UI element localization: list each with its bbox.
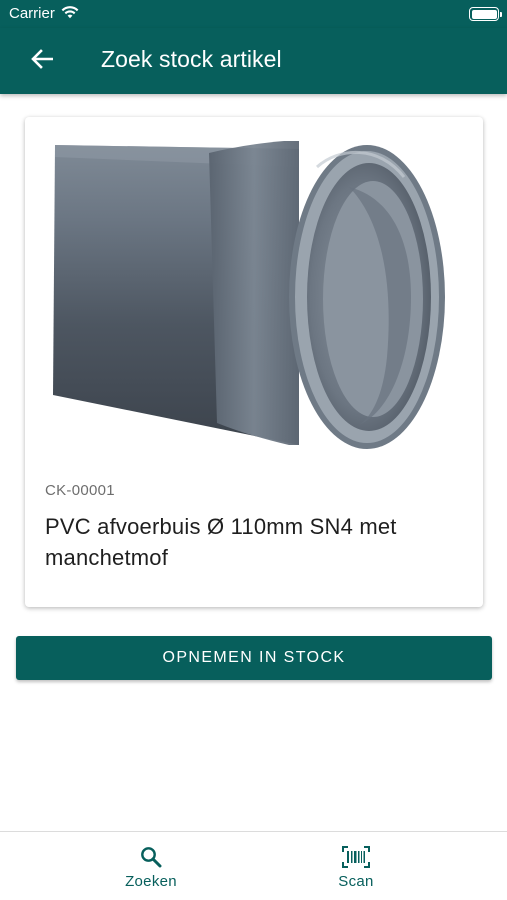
tab-search[interactable]: Zoeken: [51, 832, 251, 900]
carrier-label: Carrier: [9, 5, 55, 22]
search-icon: [140, 844, 162, 870]
product-image: [49, 127, 459, 472]
back-button[interactable]: [26, 45, 58, 77]
product-card: CK-00001 PVC afvoerbuis Ø 110mm SN4 met …: [25, 117, 483, 607]
tab-scan[interactable]: Scan: [256, 832, 456, 900]
add-to-stock-button[interactable]: OPNEMEN IN STOCK: [16, 636, 492, 680]
arrow-left-icon: [31, 48, 54, 74]
status-bar: Carrier: [0, 0, 507, 28]
tab-scan-label: Scan: [338, 873, 374, 890]
product-name: PVC afvoerbuis Ø 110mm SN4 met manchetmo…: [45, 514, 397, 570]
product-sku: CK-00001: [45, 482, 115, 499]
screen: Carrier Zoek stock artikel CK-00001 PVC …: [0, 0, 507, 900]
page-title: Zoek stock artikel: [101, 46, 282, 72]
app-bar: Zoek stock artikel: [0, 28, 507, 94]
bottom-tab-bar: Zoeken Scan: [0, 831, 507, 900]
wifi-icon: [61, 5, 79, 23]
tab-search-label: Zoeken: [125, 873, 177, 890]
barcode-icon: [342, 844, 370, 870]
battery-icon: [469, 7, 502, 21]
